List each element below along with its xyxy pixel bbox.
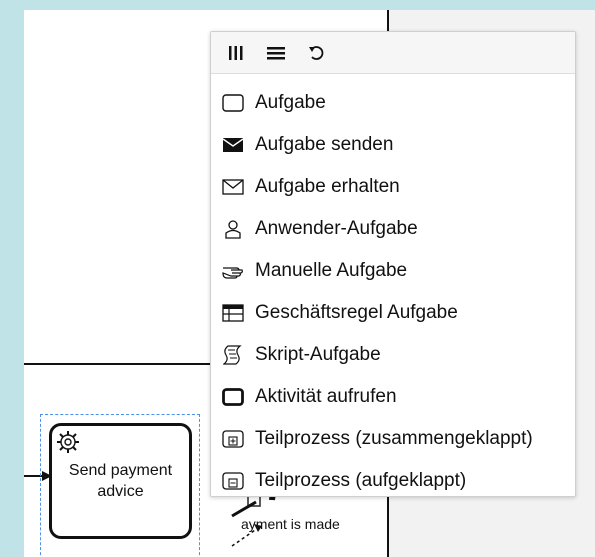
entry-user-task[interactable]: Anwender-Aufgabe (211, 208, 575, 250)
event-label: ayment is made (241, 516, 340, 532)
popup-header (211, 32, 575, 74)
service-task[interactable]: Send payment advice (49, 423, 192, 539)
script-icon (221, 345, 245, 365)
entry-business-rule-task[interactable]: Geschäftsregel Aufgabe (211, 292, 575, 334)
subprocess-expanded-icon (221, 471, 245, 491)
entry-label: Teilprozess (aufgeklappt) (255, 470, 467, 491)
task-icon (221, 93, 245, 113)
reset-icon[interactable] (307, 44, 325, 62)
diagram-canvas[interactable]: Send payment advice ayment is made Aufga… (24, 10, 595, 557)
business-rule-table-icon (221, 303, 245, 323)
entry-label: Teilprozess (zusammengeklappt) (255, 428, 533, 449)
entry-label: Skript-Aufgabe (255, 344, 381, 365)
entry-label: Aufgabe senden (255, 134, 394, 155)
user-icon (221, 219, 245, 239)
replace-popup-menu: Aufgabe Aufgabe senden Aufgabe erhalten … (210, 31, 576, 497)
hand-icon (221, 261, 245, 281)
receive-envelope-icon (221, 177, 245, 197)
entry-label: Aktivität aufrufen (255, 386, 397, 407)
entry-send-task[interactable]: Aufgabe senden (211, 124, 575, 166)
list-view-icon[interactable] (267, 44, 285, 62)
task-label: Send payment advice (68, 462, 173, 500)
entry-manual-task[interactable]: Manuelle Aufgabe (211, 250, 575, 292)
entry-call-activity[interactable]: Aktivität aufrufen (211, 376, 575, 418)
entry-label: Aufgabe (255, 92, 326, 113)
entry-label: Manuelle Aufgabe (255, 260, 408, 281)
entry-script-task[interactable]: Skript-Aufgabe (211, 334, 575, 376)
call-activity-icon (221, 387, 245, 407)
entry-subprocess-expanded[interactable]: Teilprozess (aufgeklappt) (211, 460, 575, 502)
gear-icon (57, 431, 79, 453)
column-toggle-icon[interactable] (227, 44, 245, 62)
popup-entries: Aufgabe Aufgabe senden Aufgabe erhalten … (211, 74, 575, 502)
entry-task[interactable]: Aufgabe (211, 82, 575, 124)
entry-label: Anwender-Aufgabe (255, 218, 418, 239)
entry-label: Aufgabe erhalten (255, 176, 400, 197)
entry-subprocess-collapsed[interactable]: Teilprozess (zusammengeklappt) (211, 418, 575, 460)
send-envelope-filled-icon (221, 135, 245, 155)
entry-label: Geschäftsregel Aufgabe (255, 302, 458, 323)
subprocess-collapsed-icon (221, 429, 245, 449)
entry-receive-task[interactable]: Aufgabe erhalten (211, 166, 575, 208)
